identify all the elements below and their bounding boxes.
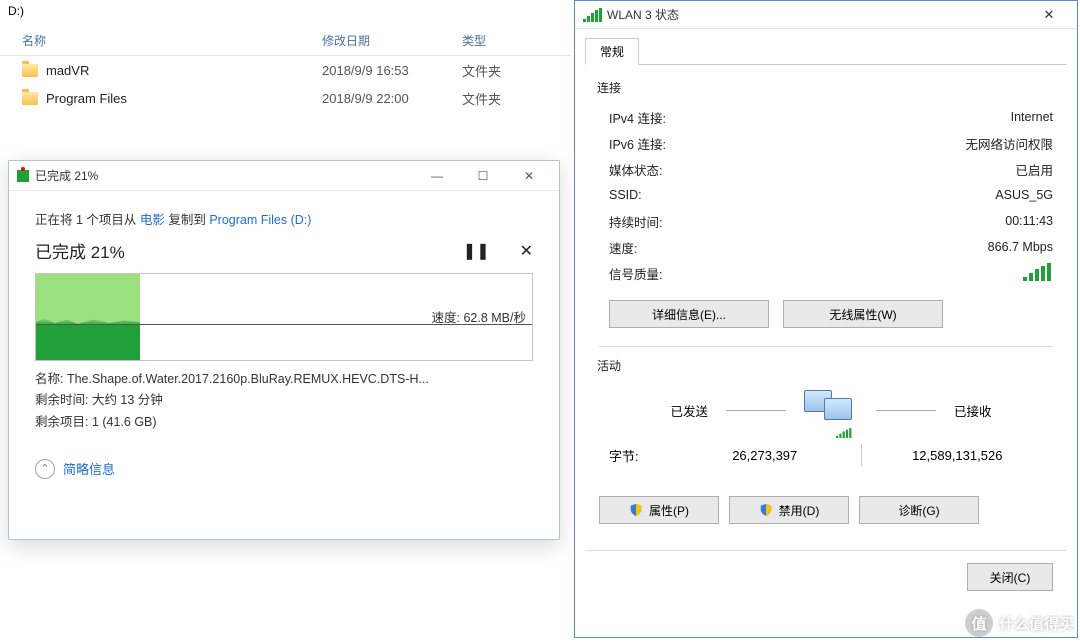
chevron-up-icon: ⌃ xyxy=(35,459,55,479)
disable-button[interactable]: 禁用(D) xyxy=(729,496,849,524)
bytes-received-value: 12,589,131,526 xyxy=(862,448,1054,463)
maximize-button[interactable]: ☐ xyxy=(461,162,505,190)
wlan-titlebar[interactable]: WLAN 3 状态 ✕ xyxy=(575,1,1077,29)
wifi-signal-icon xyxy=(583,8,601,22)
ipv4-label: IPv4 连接: xyxy=(609,108,666,127)
tab-general[interactable]: 常规 xyxy=(585,38,639,65)
copy-speed-graph: 速度: 62.8 MB/秒 xyxy=(35,273,533,361)
section-activity: 活动 xyxy=(597,357,1053,374)
folder-icon xyxy=(22,64,38,77)
copy-description: 正在将 1 个项目从 电影 复制到 Program Files (D:) xyxy=(35,209,533,228)
file-type: 文件夹 xyxy=(462,89,570,108)
speed-value: 866.7 Mbps xyxy=(988,240,1053,254)
copy-title: 已完成 21% xyxy=(35,167,415,184)
minimize-button[interactable]: — xyxy=(415,162,459,190)
media-value: 已启用 xyxy=(1015,160,1053,179)
sent-label: 已发送 xyxy=(670,401,708,420)
cancel-button[interactable]: ✕ xyxy=(520,241,533,261)
copy-speed-label: 速度: 62.8 MB/秒 xyxy=(432,307,526,326)
signal-value xyxy=(1023,263,1053,284)
copy-source-link[interactable]: 电影 xyxy=(140,213,165,227)
folder-icon xyxy=(22,92,38,105)
activity-graphic: 已发送 已接收 xyxy=(609,382,1053,438)
copy-desc-mid: 复制到 xyxy=(165,213,209,227)
media-label: 媒体状态: xyxy=(609,160,662,179)
copy-desc-prefix: 正在将 1 个项目从 xyxy=(35,213,140,227)
explorer-path: D:) xyxy=(0,0,570,22)
ipv4-value: Internet xyxy=(1011,110,1053,124)
close-dialog-button[interactable]: 关闭(C) xyxy=(967,563,1053,591)
wlan-title: WLAN 3 状态 xyxy=(607,6,1027,23)
ipv6-label: IPv6 连接: xyxy=(609,134,666,153)
copy-name-label: 名称: xyxy=(35,372,67,386)
col-type[interactable]: 类型 xyxy=(462,32,570,49)
file-name: Program Files xyxy=(46,91,127,106)
file-name: madVR xyxy=(46,63,89,78)
wifi-signal-icon xyxy=(1023,263,1053,281)
close-button[interactable]: ✕ xyxy=(1027,2,1071,28)
signal-label: 信号质量: xyxy=(609,264,662,283)
watermark-text: 什么值得买 xyxy=(999,613,1074,634)
bytes-label: 字节: xyxy=(609,446,669,465)
copy-percent-label: 已完成 21% xyxy=(35,238,125,263)
shield-icon xyxy=(629,503,643,517)
file-type: 文件夹 xyxy=(462,61,570,80)
wlan-status-dialog: WLAN 3 状态 ✕ 常规 连接 IPv4 连接: Internet IPv6 … xyxy=(574,0,1078,638)
ipv6-value: 无网络访问权限 xyxy=(965,134,1053,153)
toggle-details-label: 简略信息 xyxy=(63,459,115,478)
copy-titlebar[interactable]: 已完成 21% — ☐ ✕ xyxy=(9,161,559,191)
copy-name-value: The.Shape.of.Water.2017.2160p.BluRay.REM… xyxy=(67,372,429,386)
shield-icon xyxy=(759,503,773,517)
watermark-icon: 值 xyxy=(965,609,993,637)
watermark: 值 什么值得买 xyxy=(965,609,1074,637)
explorer-columns: 名称 修改日期 类型 xyxy=(0,22,570,56)
col-date[interactable]: 修改日期 xyxy=(322,32,462,49)
section-connection: 连接 xyxy=(597,79,1053,96)
copy-remaining-items: 剩余项目: 1 (41.6 GB) xyxy=(35,412,533,433)
wireless-properties-button[interactable]: 无线属性(W) xyxy=(783,300,943,328)
copy-progress-dialog: 已完成 21% — ☐ ✕ 正在将 1 个项目从 电影 复制到 Program … xyxy=(8,160,560,540)
received-label: 已接收 xyxy=(954,401,992,420)
ssid-value: ASUS_5G xyxy=(995,188,1053,202)
toggle-details-button[interactable]: ⌃ 简略信息 xyxy=(35,459,533,479)
col-name[interactable]: 名称 xyxy=(0,32,322,49)
properties-label: 属性(P) xyxy=(649,502,689,519)
details-button[interactable]: 详细信息(E)... xyxy=(609,300,769,328)
file-row[interactable]: Program Files 2018/9/9 22:00 文件夹 xyxy=(0,84,570,112)
properties-button[interactable]: 属性(P) xyxy=(599,496,719,524)
copy-dest-link[interactable]: Program Files (D:) xyxy=(209,213,311,227)
speed-label: 速度: xyxy=(609,238,637,257)
wifi-signal-icon xyxy=(836,428,853,438)
file-row[interactable]: madVR 2018/9/9 16:53 文件夹 xyxy=(0,56,570,84)
duration-label: 持续时间: xyxy=(609,212,662,231)
copy-details: 名称: The.Shape.of.Water.2017.2160p.BluRay… xyxy=(35,369,533,433)
network-computers-icon xyxy=(804,390,858,430)
close-button[interactable]: ✕ xyxy=(507,162,551,190)
disable-label: 禁用(D) xyxy=(779,502,820,519)
diagnose-button[interactable]: 诊断(G) xyxy=(859,496,979,524)
bytes-sent-value: 26,273,397 xyxy=(669,448,861,463)
wlan-tabs: 常规 xyxy=(575,29,1077,64)
file-date: 2018/9/9 22:00 xyxy=(322,91,462,106)
ssid-label: SSID: xyxy=(609,188,642,202)
copy-app-icon xyxy=(17,170,29,182)
copy-remaining-time: 剩余时间: 大约 13 分钟 xyxy=(35,390,533,411)
file-date: 2018/9/9 16:53 xyxy=(322,63,462,78)
pause-button[interactable]: ❚❚ xyxy=(463,241,490,261)
duration-value: 00:11:43 xyxy=(1005,214,1053,228)
